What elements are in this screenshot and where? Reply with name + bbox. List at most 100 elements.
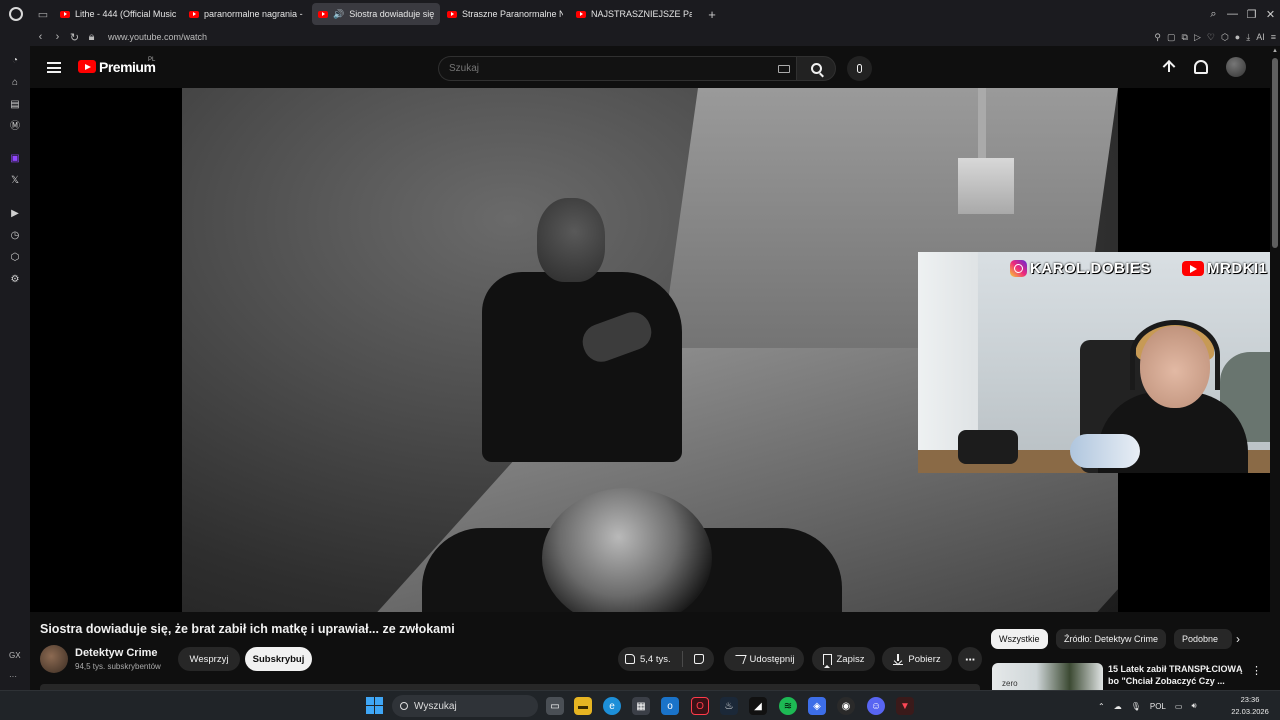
browser-tab-2[interactable]: paranormalne nagrania - — [183, 3, 311, 25]
ai-button[interactable]: AI — [1256, 32, 1265, 42]
recommendation-thumbnail[interactable]: zero — [992, 663, 1103, 690]
url-field[interactable]: www.youtube.com/watch — [108, 32, 207, 42]
pin-icon[interactable]: ⚲ — [1154, 32, 1161, 43]
snapshot-icon[interactable]: ▢ — [1167, 32, 1176, 43]
gx-label[interactable]: GX — [9, 651, 21, 660]
player-icon[interactable]: ▶ — [8, 207, 22, 221]
youtube-favicon-icon — [318, 10, 328, 18]
dislike-button[interactable] — [684, 647, 714, 671]
video-title: Siostra dowiaduje się, że brat zabił ich… — [40, 622, 455, 636]
history-icon[interactable]: ◷ — [8, 229, 22, 243]
scrollbar-thumb[interactable] — [1272, 58, 1278, 248]
back-icon[interactable]: ‹ — [32, 31, 49, 43]
minimize-icon[interactable]: — — [1223, 8, 1242, 20]
gx-control-icon[interactable]: ◔ — [8, 54, 22, 68]
gx-corner-icon[interactable]: ▤ — [8, 98, 22, 112]
opera-gx-logo-icon[interactable] — [0, 0, 32, 28]
sidebar-more-icon[interactable]: ··· — [9, 672, 17, 681]
browser-tab-3-active[interactable]: 🔊 Siostra dowiaduje się, — [312, 3, 440, 25]
obs-icon[interactable]: ◉ — [837, 697, 855, 715]
browser-tab-5[interactable]: NAJSTRASZNIEJSZE Para — [570, 3, 698, 25]
browser-sidebar: ◔ ⌂ ▤ Ⓜ ▣ 𝕏 ▶ ◷ ⬡ ⚙ GX ··· — [0, 46, 30, 690]
gx-cleaner-icon[interactable]: ⌂ — [8, 76, 22, 90]
task-view-icon[interactable]: ▭ — [546, 697, 564, 715]
chip-source-channel[interactable]: Źródło: Detektyw Crime — [1056, 629, 1167, 649]
microsoft-store-icon[interactable]: ▦ — [632, 697, 650, 715]
opera-gx-icon[interactable]: O — [691, 697, 709, 715]
workspaces-icon[interactable]: ▭ — [32, 0, 54, 28]
channel-avatar[interactable] — [40, 645, 68, 673]
account-avatar[interactable] — [1226, 57, 1246, 77]
upload-icon[interactable] — [1162, 59, 1176, 75]
x-twitter-icon[interactable]: 𝕏 — [8, 174, 22, 188]
valorant-icon[interactable]: ▼ — [896, 697, 914, 715]
taskbar-search[interactable]: Wyszukaj — [392, 695, 538, 717]
close-icon[interactable]: ✕ — [1261, 8, 1280, 21]
edge-icon[interactable]: e — [603, 697, 621, 715]
messenger-icon[interactable]: Ⓜ — [8, 120, 22, 134]
extensions-icon[interactable]: ⬡ — [1221, 32, 1229, 43]
search-button[interactable] — [796, 56, 836, 81]
search-tabs-icon[interactable]: ⌕ — [1204, 8, 1223, 21]
save-button[interactable]: Zapisz — [812, 647, 875, 671]
spotify-icon[interactable]: ≋ — [779, 697, 797, 715]
video-scene-seated-man — [482, 198, 712, 462]
outlook-icon[interactable]: o — [661, 697, 679, 715]
heart-icon[interactable]: ♡ — [1207, 32, 1215, 43]
play-icon[interactable]: ▷ — [1194, 32, 1201, 43]
profile-icon[interactable]: ● — [1235, 32, 1240, 42]
file-explorer-icon[interactable]: ▬ — [574, 697, 592, 715]
windows-start-icon[interactable] — [366, 697, 383, 714]
maximize-icon[interactable]: ❐ — [1242, 8, 1261, 21]
settings-gear-icon[interactable]: ⚙ — [8, 273, 22, 287]
reload-icon[interactable]: ↻ — [66, 31, 83, 44]
channel-name[interactable]: Detektyw Crime — [75, 647, 158, 659]
twitch-icon[interactable]: ▣ — [8, 152, 22, 166]
capcut-icon[interactable]: ◢ — [749, 697, 767, 715]
chip-related[interactable]: Podobne — [1174, 629, 1232, 649]
steam-icon[interactable]: ♨ — [720, 697, 738, 715]
chips-next-icon[interactable]: › — [1236, 632, 1240, 646]
page-scrollbar[interactable]: ▲ — [1270, 46, 1280, 690]
microphone-icon — [857, 64, 862, 73]
new-tab-button[interactable]: + — [703, 5, 721, 23]
youtube-handle-text: MRDKI1 — [1207, 260, 1268, 277]
network-icon[interactable]: ▭ — [1175, 702, 1183, 711]
voice-search-button[interactable] — [847, 56, 872, 81]
screen: ▭ Lithe - 444 (Official Music paranormal… — [0, 0, 1280, 720]
tray-overflow-icon[interactable]: ⌃ — [1098, 702, 1105, 711]
language-indicator[interactable]: POL — [1150, 702, 1166, 711]
more-vertical-icon: ··· — [965, 651, 976, 667]
browser-tab-4[interactable]: Straszne Paranormalne Na — [441, 3, 569, 25]
hamburger-menu-icon[interactable] — [47, 62, 61, 73]
support-button[interactable]: Wesprzyj — [178, 647, 240, 671]
recommendation-title[interactable]: 15 Latek zabił TRANSPŁCIOWĄ bo "Chciał Z… — [1108, 663, 1248, 687]
video-popout-icon[interactable]: ⧉ — [1182, 32, 1188, 43]
subscribe-button[interactable]: Subskrybuj — [245, 647, 312, 671]
search-input[interactable] — [449, 63, 769, 74]
like-divider — [682, 651, 683, 667]
volume-icon[interactable]: 🔊︎ — [1191, 701, 1196, 711]
app-icon[interactable]: ◈ — [808, 697, 826, 715]
notifications-bell-icon[interactable] — [1194, 60, 1208, 74]
youtube-logo-icon[interactable] — [78, 60, 96, 73]
speaker-icon[interactable]: 🔊 — [333, 9, 344, 20]
keyboard-icon[interactable] — [778, 65, 790, 73]
youtube-premium-brand[interactable]: Premium — [99, 59, 156, 75]
microphone-tray-icon[interactable]: 🎙︎ — [1131, 702, 1141, 711]
scroll-up-icon[interactable]: ▲ — [1272, 48, 1278, 54]
extensions-sidebar-icon[interactable]: ⬡ — [8, 251, 22, 265]
forward-icon[interactable]: › — [49, 31, 66, 43]
menu-icon[interactable]: ≡ — [1271, 32, 1276, 42]
address-bar-actions: ⚲ ▢ ⧉ ▷ ♡ ⬡ ● ⤓ AI ≡ — [1154, 28, 1276, 46]
more-actions-button[interactable]: ··· — [958, 647, 982, 671]
download-button[interactable]: Pobierz — [882, 647, 952, 671]
download-icon[interactable]: ⤓ — [1246, 32, 1250, 43]
chip-all[interactable]: Wszystkie — [991, 629, 1048, 649]
share-button[interactable]: Udostępnij — [724, 647, 804, 671]
browser-tab-1[interactable]: Lithe - 444 (Official Music — [54, 3, 182, 25]
discord-icon[interactable]: ☺ — [867, 697, 885, 715]
onedrive-icon[interactable]: ☁ — [1114, 702, 1122, 711]
clock[interactable]: 23:36 22.03.2026 — [1228, 694, 1272, 718]
recommendation-more-icon[interactable]: ⋮ — [1251, 664, 1262, 677]
